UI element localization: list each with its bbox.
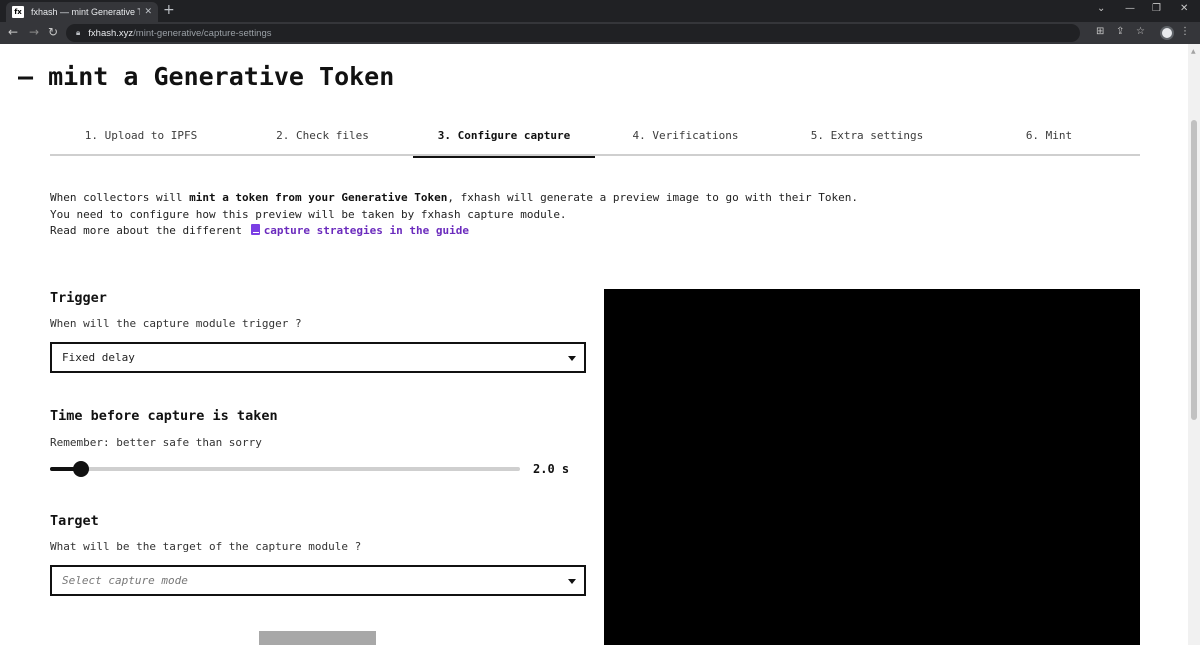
browser-toolbar: ← → ↻ 🔒︎ fxhash.xyz/mint-generative/capt… — [0, 22, 1200, 44]
minimize-icon[interactable]: — — [1125, 3, 1135, 14]
delay-description: Remember: better safe than sorry — [50, 436, 262, 449]
lock-icon[interactable]: 🔒︎ — [76, 28, 80, 38]
menu-kebab-icon[interactable]: ⋮ — [1180, 26, 1190, 38]
url-host: fxhash.xyz — [88, 27, 134, 39]
browser-tab-strip: fx fxhash — mint Generative Token ✕ + ⌄ … — [0, 0, 1200, 22]
tab-search-icon[interactable]: ⌄ — [1097, 3, 1105, 14]
new-tab-icon[interactable]: + — [163, 3, 175, 17]
step-check-files[interactable]: 2. Check files — [232, 129, 413, 156]
trigger-select[interactable]: Fixed delay — [50, 342, 586, 373]
trigger-selected-value: Fixed delay — [62, 351, 135, 364]
intro-text: When collectors will mint a token from y… — [50, 190, 858, 240]
translate-icon[interactable]: ⊞ — [1096, 26, 1104, 38]
step-configure-capture[interactable]: 3. Configure capture — [413, 129, 595, 158]
delay-slider[interactable] — [50, 461, 520, 477]
share-icon[interactable]: ⇪ — [1116, 26, 1124, 38]
chevron-down-icon — [568, 356, 576, 361]
chevron-down-icon — [568, 579, 576, 584]
browser-tab[interactable]: fx fxhash — mint Generative Token ✕ — [6, 2, 158, 22]
step-upload-ipfs[interactable]: 1. Upload to IPFS — [50, 129, 232, 156]
step-extra-settings[interactable]: 5. Extra settings — [776, 129, 958, 156]
intro-line-2: You need to configure how this preview w… — [50, 207, 567, 221]
address-bar[interactable]: 🔒︎ fxhash.xyz/mint-generative/capture-se… — [66, 24, 1080, 42]
close-icon[interactable]: ✕ — [144, 7, 152, 17]
intro-emphasis: mint a token from your Generative Token — [189, 191, 448, 204]
target-select[interactable]: Select capture mode — [50, 565, 586, 596]
delay-slider-handle[interactable] — [72, 461, 89, 477]
step-verifications[interactable]: 4. Verifications — [595, 129, 776, 156]
target-description: What will be the target of the capture m… — [50, 540, 362, 553]
scroll-up-icon[interactable]: ▲ — [1191, 48, 1196, 55]
back-icon[interactable]: ← — [8, 25, 18, 39]
target-placeholder: Select capture mode — [62, 574, 188, 587]
intro-line-1: When collectors will mint a token from y… — [50, 191, 858, 204]
next-step-button[interactable] — [259, 631, 376, 645]
trigger-title: Trigger — [50, 290, 107, 306]
tab-title: fxhash — mint Generative Token — [31, 7, 141, 17]
scroll-thumb[interactable] — [1191, 120, 1197, 420]
page-scrollbar[interactable]: ▲ — [1188, 44, 1200, 645]
capture-guide-link[interactable]: capture strategies in the guide — [249, 224, 469, 237]
delay-value: 2.0 s — [533, 462, 570, 476]
book-icon — [250, 224, 260, 235]
bookmark-star-icon[interactable]: ☆ — [1136, 26, 1145, 38]
capture-preview — [604, 289, 1140, 645]
step-mint[interactable]: 6. Mint — [958, 129, 1140, 156]
forward-icon[interactable]: → — [29, 25, 39, 39]
restore-icon[interactable]: ❐ — [1152, 3, 1161, 14]
target-title: Target — [50, 513, 99, 529]
window-close-icon[interactable]: ✕ — [1180, 3, 1188, 14]
url-path: /mint-generative/capture-settings — [133, 27, 272, 39]
profile-avatar[interactable] — [1160, 26, 1174, 40]
trigger-description: When will the capture module trigger ? — [50, 317, 302, 330]
fxhash-favicon-icon: fx — [12, 6, 24, 18]
intro-line-3: Read more about the different capture st… — [50, 224, 469, 237]
reload-icon[interactable]: ↻ — [48, 25, 58, 39]
page-title: – mint a Generative Token — [18, 62, 395, 91]
mint-steps-nav: 1. Upload to IPFS 2. Check files 3. Conf… — [50, 124, 1140, 158]
delay-title: Time before capture is taken — [50, 408, 278, 424]
